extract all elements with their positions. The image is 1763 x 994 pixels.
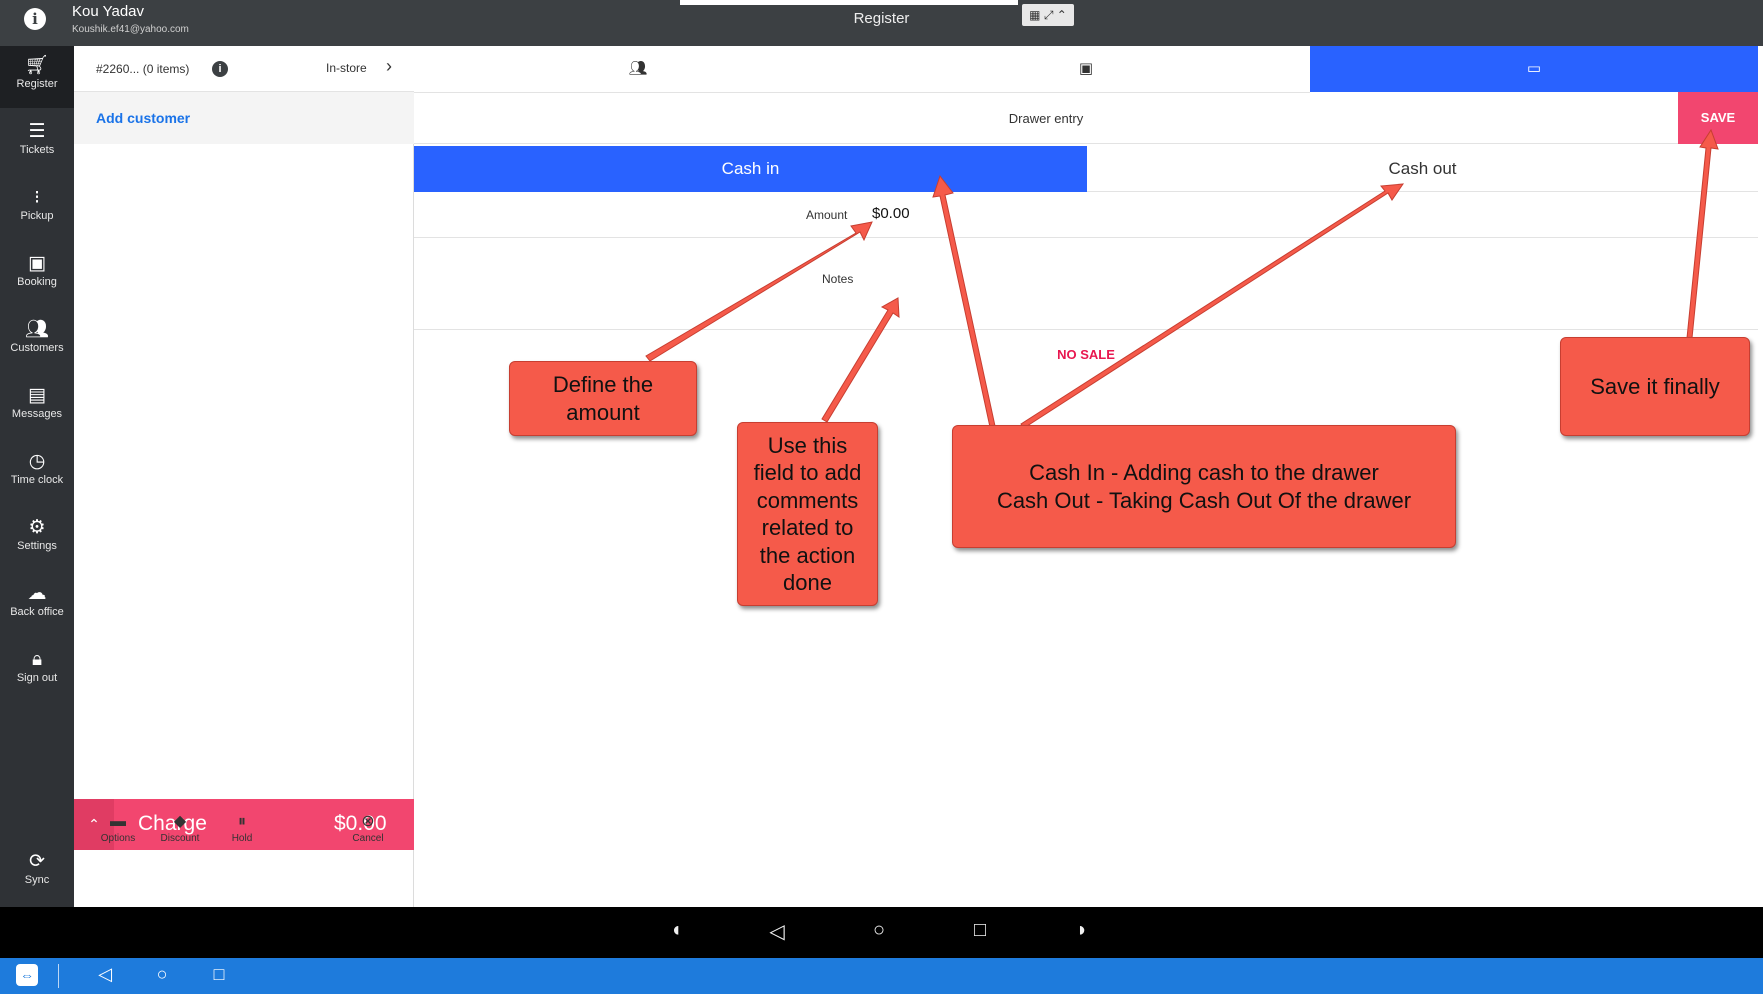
callout-amount: Define the amount bbox=[509, 361, 697, 436]
sidebar-item-messages[interactable]: ▤ Messages bbox=[0, 376, 74, 438]
cash-in-toggle[interactable]: Cash in bbox=[414, 146, 1087, 192]
sidebar-item-customers[interactable]: 👥︎ Customers bbox=[0, 310, 74, 372]
cloud-icon: ☁ bbox=[27, 583, 47, 604]
sidebar-item-label: Customers bbox=[10, 342, 64, 354]
sidebar-item-back-office[interactable]: ☁ Back office bbox=[0, 574, 74, 636]
sidebar-item-label: Register bbox=[16, 78, 58, 90]
back-icon[interactable]: ◁ bbox=[762, 919, 792, 944]
chevron-right-icon[interactable]: › bbox=[386, 56, 392, 77]
gallery-icon: ▣ bbox=[1078, 60, 1094, 77]
teamviewer-icon[interactable]: ⇔ bbox=[16, 964, 38, 986]
add-customer-link[interactable]: Add customer bbox=[96, 110, 190, 126]
taskbar-divider bbox=[58, 964, 59, 988]
sidebar-item-register[interactable]: 🛒︎ Register bbox=[0, 46, 74, 108]
top-strip bbox=[680, 0, 1018, 5]
gear-icon: ⚙ bbox=[28, 517, 46, 538]
notes-field[interactable]: Notes bbox=[414, 238, 1758, 330]
taskbar: ⇔ ◁ ○ □ bbox=[0, 958, 1763, 994]
add-customer-row[interactable]: Add customer bbox=[74, 92, 414, 144]
people-icon: 👥︎ bbox=[628, 60, 648, 77]
sidebar-item-sync[interactable]: ⟳ Sync bbox=[0, 842, 74, 904]
volume-up-icon[interactable]: ◗ bbox=[1067, 919, 1097, 942]
sidebar-item-label: Sync bbox=[24, 874, 50, 886]
callout-cash: Cash In - Adding cash to the drawer Cash… bbox=[952, 425, 1456, 548]
notes-label: Notes bbox=[822, 272, 854, 286]
cart-icon: 🛒︎ bbox=[24, 55, 50, 76]
no-sale-button[interactable]: NO SALE bbox=[414, 347, 1758, 362]
options-button[interactable]: ▬ Options bbox=[86, 812, 150, 844]
info-icon[interactable]: i bbox=[212, 61, 228, 77]
tab-gallery[interactable]: ▣ bbox=[862, 46, 1310, 93]
sidebar-item-tickets[interactable]: ☰ Tickets bbox=[0, 112, 74, 174]
discount-button[interactable]: ◆ Discount bbox=[148, 812, 212, 844]
android-nav-bar: ◖ ◁ ○ □ ◗ bbox=[0, 907, 1763, 958]
sidebar-item-label: Booking bbox=[17, 276, 57, 288]
order-type[interactable]: In-store bbox=[326, 61, 367, 75]
amount-label: Amount bbox=[806, 208, 848, 222]
sidebar-item-label: Back office bbox=[10, 606, 64, 618]
amount-field[interactable]: Amount $0.00 bbox=[414, 192, 1758, 238]
sidebar: 🛒︎ Register ☰ Tickets ⁝ Pickup ▣ Booking… bbox=[0, 46, 74, 907]
sync-icon: ⟳ bbox=[29, 851, 45, 872]
home-icon[interactable]: ○ bbox=[864, 919, 894, 942]
tab-drawer[interactable]: ▭ bbox=[1310, 46, 1758, 92]
dots-icon: ▬ bbox=[110, 813, 126, 830]
traffic-icon: ⁝ bbox=[33, 187, 41, 208]
sidebar-item-label: Tickets bbox=[19, 144, 55, 156]
action-label: Discount bbox=[160, 833, 200, 844]
hold-button[interactable]: ⏸︎ Hold bbox=[210, 812, 274, 844]
pause-icon: ⏸︎ bbox=[237, 813, 246, 830]
tab-customers[interactable]: 👥︎ bbox=[414, 46, 862, 93]
volume-down-icon[interactable]: ◖ bbox=[661, 919, 691, 942]
inbox-icon: ▭ bbox=[1526, 60, 1542, 77]
callout-save: Save it finally bbox=[1560, 337, 1750, 436]
back-icon[interactable]: ◁ bbox=[92, 964, 118, 985]
tag-icon: ◆ bbox=[173, 813, 187, 830]
sidebar-item-label: Pickup bbox=[20, 210, 54, 222]
action-label: Hold bbox=[231, 833, 253, 844]
top-bar: i Kou Yadav Koushik.ef41@yahoo.com Regis… bbox=[0, 0, 1763, 46]
action-label: Cancel bbox=[352, 833, 384, 844]
cancel-icon: ⊗ bbox=[361, 813, 375, 830]
recents-icon[interactable]: □ bbox=[206, 964, 232, 985]
clock-icon: ◷ bbox=[28, 451, 46, 472]
amount-input[interactable]: $0.00 bbox=[872, 205, 910, 222]
action-label: Options bbox=[100, 833, 136, 844]
sidebar-item-sign-out[interactable]: 🔒︎ Sign out bbox=[0, 640, 74, 702]
recents-icon[interactable]: □ bbox=[965, 919, 995, 942]
receipt-icon: ☰ bbox=[28, 121, 46, 142]
sidebar-item-label: Messages bbox=[11, 408, 63, 420]
sidebar-item-label: Time clock bbox=[10, 474, 64, 486]
sidebar-item-label: Sign out bbox=[16, 672, 58, 684]
sidebar-item-settings[interactable]: ⚙ Settings bbox=[0, 508, 74, 570]
cash-out-toggle[interactable]: Cash out bbox=[1087, 146, 1758, 192]
window-title: Register bbox=[853, 10, 910, 27]
order-header: #2260... (0 items) i In-store › bbox=[74, 46, 414, 92]
sidebar-item-booking[interactable]: ▣ Booking bbox=[0, 244, 74, 306]
sidebar-item-pickup[interactable]: ⁝ Pickup bbox=[0, 178, 74, 240]
save-button[interactable]: SAVE bbox=[1678, 92, 1758, 144]
lock-icon: 🔒︎ bbox=[31, 649, 43, 670]
cancel-button[interactable]: ⊗ Cancel bbox=[336, 812, 400, 844]
order-panel: #2260... (0 items) i In-store › Add cust… bbox=[74, 46, 414, 907]
order-id: #2260... (0 items) bbox=[96, 62, 190, 76]
window-controls[interactable]: ▦ ⤢ ⌃ bbox=[1022, 4, 1074, 26]
people-icon: 👥︎ bbox=[24, 319, 50, 340]
drawer-header: Drawer entry SAVE bbox=[414, 92, 1758, 144]
sidebar-item-time-clock[interactable]: ◷ Time clock bbox=[0, 442, 74, 504]
home-icon[interactable]: ○ bbox=[149, 964, 175, 985]
callout-notes: Use this field to add comments related t… bbox=[737, 422, 878, 606]
message-icon: ▤ bbox=[28, 385, 46, 406]
sidebar-item-label: Settings bbox=[17, 540, 57, 552]
calendar-icon: ▣ bbox=[28, 253, 46, 274]
page-title: Drawer entry bbox=[1008, 111, 1084, 126]
